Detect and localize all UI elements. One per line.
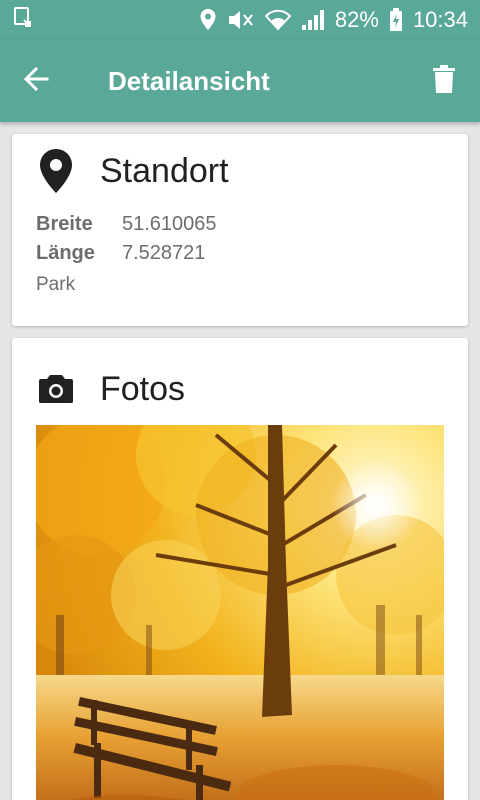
photos-title: Fotos bbox=[100, 369, 186, 408]
delete-button[interactable] bbox=[408, 40, 480, 122]
longitude-row: Länge 7.528721 bbox=[36, 239, 217, 268]
location-card: Standort Breite 51.610065 Länge 7.528721… bbox=[12, 134, 468, 326]
photos-card: Fotos bbox=[12, 338, 468, 800]
battery-icon bbox=[389, 8, 403, 32]
status-right: 82% 10:34 bbox=[199, 7, 468, 33]
signal-icon bbox=[301, 9, 325, 31]
coordinates: Breite 51.610065 Länge 7.528721 bbox=[36, 210, 217, 268]
location-title: Standort bbox=[100, 151, 229, 190]
autumn-photo[interactable] bbox=[36, 425, 444, 800]
clock: 10:34 bbox=[412, 7, 468, 32]
status-left bbox=[12, 6, 34, 34]
battery-percent: 82% bbox=[334, 7, 379, 32]
latitude-label: Breite bbox=[36, 213, 93, 235]
trash-icon bbox=[433, 64, 455, 98]
longitude-label: Länge bbox=[36, 242, 95, 264]
photos-header: Fotos bbox=[36, 364, 185, 414]
toolbar: Detailansicht bbox=[0, 40, 480, 122]
mute-icon bbox=[227, 9, 255, 31]
longitude-value: 7.528721 bbox=[122, 242, 206, 264]
back-button[interactable] bbox=[0, 40, 72, 122]
latitude-row: Breite 51.610065 bbox=[36, 210, 217, 239]
location-header: Standort bbox=[36, 146, 229, 196]
location-status-icon bbox=[199, 8, 217, 32]
notification-icon bbox=[12, 6, 34, 34]
arrow-back-icon bbox=[23, 66, 49, 97]
camera-icon bbox=[36, 373, 76, 405]
wifi-icon bbox=[264, 9, 291, 31]
status-bar: 82% 10:34 bbox=[0, 0, 480, 40]
place-name: Park bbox=[36, 274, 76, 295]
latitude-value: 51.610065 bbox=[122, 213, 217, 235]
map-pin-icon bbox=[36, 148, 76, 194]
page-title: Detailansicht bbox=[108, 65, 270, 96]
